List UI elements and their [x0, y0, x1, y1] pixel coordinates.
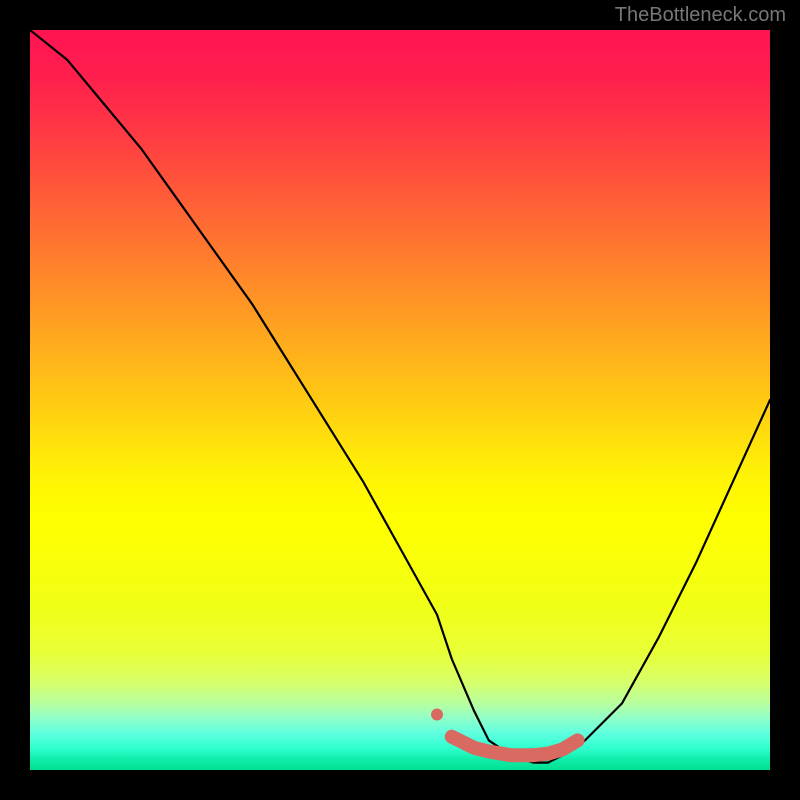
watermark-text: TheBottleneck.com: [615, 4, 786, 27]
chart-svg: [30, 30, 770, 770]
optimal-marker-line: [452, 737, 578, 756]
optimal-marker-dot: [431, 709, 443, 721]
plot-area: [30, 30, 770, 770]
bottleneck-curve-line: [30, 30, 770, 763]
